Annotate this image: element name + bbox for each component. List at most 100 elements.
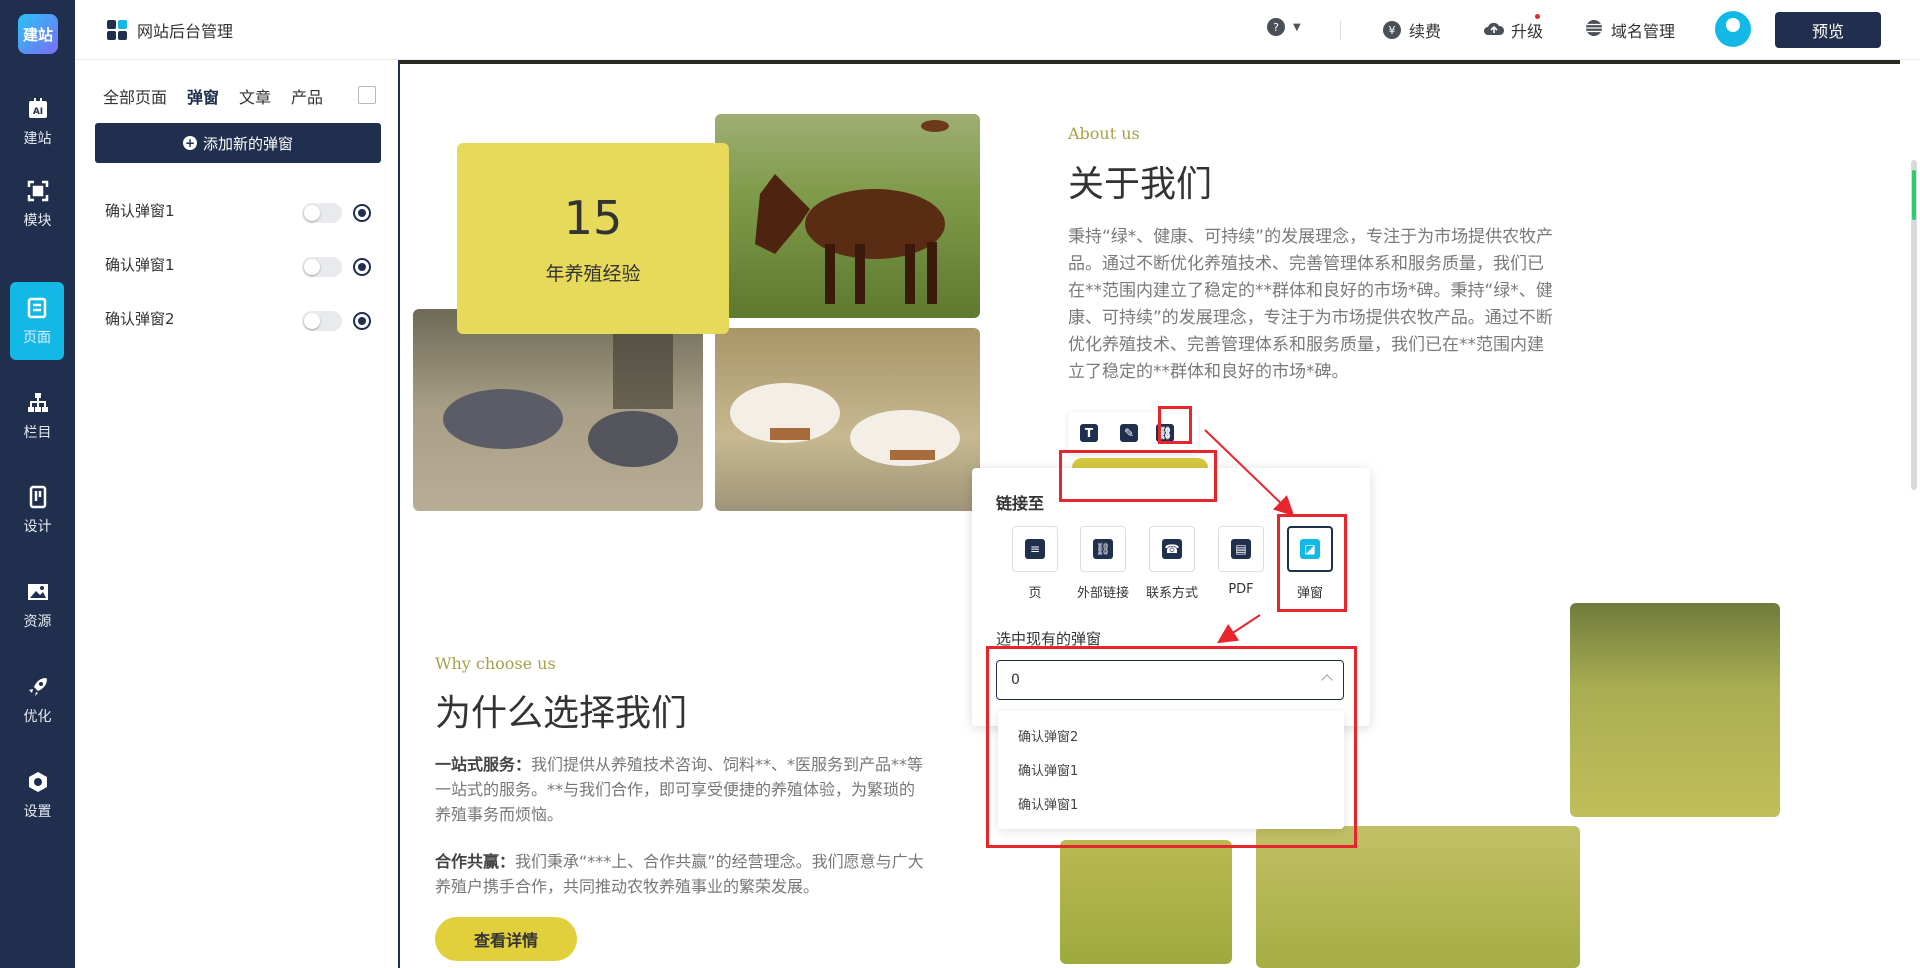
link-option-external[interactable]: ⛓ 外部链接: [1074, 526, 1132, 601]
why-paragraph-2: 合作共赢：我们秉承“***上、合作共赢”的经营理念。我们愿意与广大养殖户携手合作…: [435, 849, 925, 899]
help-button[interactable]: ? ▼: [1267, 18, 1301, 36]
nav-item-design[interactable]: 设计: [0, 470, 75, 550]
add-popup-button[interactable]: + 添加新的弹窗: [95, 123, 381, 163]
annotation-box-select: [986, 646, 1357, 848]
nav-item-optimize[interactable]: 优化: [0, 660, 75, 740]
module-icon: [25, 178, 51, 204]
nav-item-page[interactable]: 页面: [10, 282, 64, 360]
years-label: 年养殖经验: [545, 263, 641, 285]
edit-icon[interactable]: [358, 86, 376, 104]
tab-popups[interactable]: 弹窗: [187, 84, 219, 108]
site-title-text: 网站后台管理: [137, 22, 234, 41]
popup-list-item[interactable]: 确认弹窗2: [105, 308, 385, 332]
canvas-scrollbar[interactable]: [1908, 60, 1920, 968]
popup-list-item[interactable]: 确认弹窗1: [105, 254, 385, 278]
grass-photo-1[interactable]: [1570, 603, 1780, 817]
renew-label: 续费: [1409, 22, 1442, 41]
about-en-heading[interactable]: About us: [1068, 124, 1140, 143]
link-option-label: PDF: [1228, 582, 1254, 597]
link-option-contact[interactable]: ☎ 联系方式: [1143, 526, 1201, 601]
link-option-label: 联系方式: [1145, 586, 1198, 601]
popup-list-item[interactable]: 确认弹窗1: [105, 200, 385, 224]
tab-articles[interactable]: 文章: [239, 84, 271, 108]
nav-item-module[interactable]: 模块: [0, 164, 75, 244]
logo[interactable]: 建站: [18, 14, 58, 54]
globe-icon: [1585, 19, 1603, 41]
why-p1-title: 一站式服务：: [435, 755, 532, 774]
nav-label: 栏目: [23, 425, 52, 441]
wildebeest-photo[interactable]: [413, 309, 703, 511]
text-icon[interactable]: T: [1080, 424, 1098, 442]
popup-toggle[interactable]: [302, 203, 342, 223]
avatar[interactable]: [1715, 11, 1751, 47]
about-paragraph[interactable]: 秉持“绿*、健康、可持续”的发展理念，专注于为市场提供农牧产品。通过不断优化养殖…: [1068, 224, 1558, 386]
add-popup-label: 添加新的弹窗: [202, 134, 293, 153]
yen-icon: ¥: [1383, 21, 1401, 39]
antelope-photo[interactable]: [715, 328, 980, 511]
annotation-box-link-icon: [1158, 406, 1192, 444]
popup-name: 确认弹窗1: [105, 256, 175, 274]
sitemap-icon: [25, 390, 51, 416]
link-option-pdf[interactable]: ▤ PDF: [1212, 526, 1270, 597]
plus-icon: +: [182, 136, 197, 150]
caret-down-icon: ▼: [1293, 21, 1301, 33]
domain-label: 域名管理: [1611, 22, 1676, 41]
link-option-label: 页: [1028, 586, 1042, 601]
target-icon[interactable]: [353, 204, 371, 222]
horse-photo[interactable]: [715, 114, 980, 318]
annotation-box-popup-option: [1277, 514, 1347, 612]
why-en-heading[interactable]: Why choose us: [435, 654, 556, 673]
site-title: 网站后台管理: [107, 18, 233, 42]
design-icon: [25, 484, 51, 510]
left-nav: 建站 AI 建站 模块 页面 栏目 设计 资源 优化 设置: [0, 0, 75, 968]
nav-item-build[interactable]: AI 建站: [0, 82, 75, 162]
image-icon: [25, 579, 51, 605]
upgrade-button[interactable]: 升级: [1483, 14, 1544, 42]
ai-glyph: AI: [32, 107, 42, 117]
scroll-indicator: [1912, 170, 1916, 220]
popup-toggle[interactable]: [302, 257, 342, 277]
edit-style-icon[interactable]: ✎: [1120, 424, 1138, 442]
banner-edge: [400, 60, 1900, 64]
folder-icon: ▤: [1231, 539, 1251, 559]
dashboard-icon: [107, 20, 127, 40]
tab-all-pages[interactable]: 全部页面: [103, 84, 167, 108]
topbar: 网站后台管理 ? ▼ ¥ 续费 升级 域名管理 预览: [75, 0, 1920, 60]
nav-label: 优化: [23, 709, 52, 725]
nav-item-settings[interactable]: 设置: [0, 755, 75, 835]
page-icon: [24, 295, 50, 321]
document-icon: ≡: [1025, 539, 1045, 559]
why-cn-heading[interactable]: 为什么选择我们: [435, 684, 687, 736]
grass-photo-2[interactable]: [1060, 840, 1232, 964]
target-icon[interactable]: [353, 258, 371, 276]
phone-icon: ☎: [1162, 539, 1182, 559]
target-icon[interactable]: [353, 312, 371, 330]
nav-label: 建站: [23, 131, 52, 147]
years-number: 15: [563, 191, 623, 245]
ai-icon: AI: [25, 96, 51, 122]
preview-button[interactable]: 预览: [1775, 12, 1881, 48]
link-to-title: 链接至: [996, 494, 1045, 513]
nav-label: 页面: [23, 330, 51, 346]
why-text[interactable]: 一站式服务：我们提供从养殖技术咨询、饲料**、*医服务到产品**等一站式的服务。…: [435, 752, 925, 921]
question-icon: ?: [1267, 18, 1285, 36]
nav-item-resource[interactable]: 资源: [0, 565, 75, 645]
link-option-page[interactable]: ≡ 页: [1006, 526, 1064, 601]
domain-button[interactable]: 域名管理: [1585, 18, 1675, 42]
upgrade-label: 升级: [1511, 22, 1544, 41]
tab-products[interactable]: 产品: [291, 84, 323, 108]
annotation-box-button: [1059, 450, 1217, 502]
rocket-icon: [25, 674, 51, 700]
nav-label: 设置: [23, 804, 52, 820]
nav-label: 资源: [23, 614, 52, 630]
popup-toggle[interactable]: [302, 311, 342, 331]
popup-name: 确认弹窗2: [105, 310, 175, 328]
renew-button[interactable]: ¥ 续费: [1383, 18, 1441, 42]
divider: [1340, 20, 1341, 40]
about-cn-heading[interactable]: 关于我们: [1068, 155, 1212, 207]
nav-item-column[interactable]: 栏目: [0, 376, 75, 456]
view-details-button[interactable]: 查看详情: [435, 917, 577, 961]
link-icon: ⛓: [1093, 539, 1113, 559]
experience-card[interactable]: 15 年养殖经验: [457, 143, 729, 334]
notification-dot: [1535, 14, 1540, 19]
